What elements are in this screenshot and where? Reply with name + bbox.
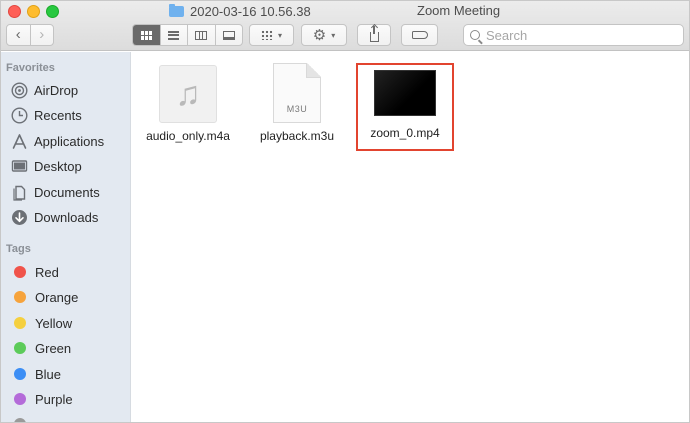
- sidebar-tag-orange[interactable]: Orange: [10, 287, 78, 307]
- sidebar-item-documents[interactable]: Documents: [10, 182, 100, 202]
- share-button[interactable]: [357, 24, 391, 46]
- file-item-playlist[interactable]: M3U playback.m3u: [252, 63, 342, 143]
- sidebar-item-label: AirDrop: [34, 82, 79, 98]
- group-by-button[interactable]: ▾: [249, 24, 294, 46]
- back-button[interactable]: ‹: [7, 25, 30, 45]
- favorites-header: Favorites: [6, 62, 55, 74]
- column-view-button[interactable]: [188, 25, 216, 45]
- file-name: zoom_0.mp4: [370, 126, 440, 140]
- airdrop-icon: [10, 81, 28, 99]
- sidebar-item-applications[interactable]: Applications: [10, 131, 104, 151]
- sidebar-item-label: Red: [35, 264, 59, 280]
- icon-view-button[interactable]: [133, 25, 161, 45]
- orange-tag-dot: [14, 291, 26, 303]
- edit-tags-button[interactable]: [401, 24, 438, 46]
- purple-tag-dot: [14, 393, 26, 405]
- yellow-tag-dot: [14, 317, 26, 329]
- close-window-button[interactable]: [8, 5, 21, 18]
- list-icon: [168, 30, 180, 40]
- sidebar-tag-blue[interactable]: Blue: [10, 364, 61, 384]
- sidebar-item-label: Desktop: [34, 158, 82, 174]
- sidebar-item-label: Documents: [34, 184, 100, 200]
- sidebar-item-label: Yellow: [35, 315, 73, 331]
- chevron-down-icon: ▾: [277, 30, 282, 40]
- red-tag-dot: [14, 266, 26, 278]
- icon-grid-icon: [140, 30, 152, 40]
- sidebar-tag-red[interactable]: Red: [10, 262, 59, 282]
- list-view-button[interactable]: [161, 25, 188, 45]
- sidebar: Favorites AirDrop Recents Applications D…: [1, 52, 131, 422]
- folder-title-text: 2020-03-16 10.56.38: [190, 3, 311, 19]
- sidebar-tag-green[interactable]: Green: [10, 338, 71, 358]
- gallery-icon: [222, 30, 235, 40]
- sidebar-item-label: Applications: [34, 133, 105, 149]
- file-name: playback.m3u: [259, 129, 335, 143]
- document-icon: M3U: [273, 63, 321, 123]
- document-icon: [10, 183, 28, 201]
- view-mode-selector: [132, 24, 243, 46]
- tag-icon: [411, 31, 428, 39]
- clock-icon: [10, 106, 28, 124]
- sidebar-item-label: Downloads: [34, 209, 99, 225]
- minimize-window-button[interactable]: [27, 5, 40, 18]
- folder-icon: [169, 3, 184, 17]
- title-bar: 2020-03-16 10.56.38 Zoom Meeting ‹ › ▾ ⚙…: [1, 1, 689, 51]
- sidebar-item-label: Blue: [35, 366, 62, 382]
- columns-icon: [195, 30, 208, 40]
- file-extension-label: M3U: [286, 104, 308, 114]
- window-title: 2020-03-16 10.56.38: [169, 3, 311, 19]
- desktop-icon: [10, 157, 28, 175]
- download-icon: [10, 208, 28, 226]
- gray-tag-dot: [14, 418, 26, 422]
- finder-window: 2020-03-16 10.56.38 Zoom Meeting ‹ › ▾ ⚙…: [0, 0, 690, 423]
- file-name: audio_only.m4a: [146, 129, 230, 143]
- tags-header: Tags: [6, 243, 31, 255]
- sidebar-item-downloads[interactable]: Downloads: [10, 207, 98, 227]
- search-icon: [470, 30, 480, 40]
- gear-icon: ⚙: [312, 26, 327, 44]
- file-item-audio[interactable]: ♫ audio_only.m4a: [144, 65, 232, 143]
- sidebar-item-label: Green: [35, 340, 72, 356]
- file-browser: ♫ audio_only.m4a M3U playback.m3u zoom_0…: [132, 52, 689, 422]
- sidebar-item-label: Orange: [35, 289, 79, 305]
- blue-tag-dot: [14, 368, 26, 380]
- search-input[interactable]: [486, 27, 666, 43]
- sidebar-item-recents[interactable]: Recents: [10, 105, 82, 125]
- sidebar-item-desktop[interactable]: Desktop: [10, 156, 82, 176]
- file-item-video[interactable]: zoom_0.mp4: [360, 70, 450, 140]
- app-title: Zoom Meeting: [417, 3, 501, 18]
- chevron-down-icon: ▾: [331, 30, 336, 40]
- gallery-view-button[interactable]: [216, 25, 243, 45]
- group-grid-icon: [260, 30, 273, 40]
- green-tag-dot: [14, 342, 26, 354]
- sidebar-item-label: Purple: [35, 391, 73, 407]
- sidebar-item-airdrop[interactable]: AirDrop: [10, 80, 78, 100]
- share-icon: [369, 25, 379, 42]
- applications-icon: [10, 132, 28, 150]
- sidebar-tag-yellow[interactable]: Yellow: [10, 313, 72, 333]
- sidebar-tag-purple[interactable]: Purple: [10, 389, 73, 409]
- forward-button[interactable]: ›: [31, 25, 54, 45]
- music-note-icon: ♫: [159, 65, 217, 123]
- sidebar-item-label: Recents: [34, 107, 82, 123]
- navigation-buttons: ‹ ›: [6, 24, 54, 46]
- action-menu-button[interactable]: ⚙ ▾: [301, 24, 347, 46]
- video-thumbnail: [374, 70, 436, 116]
- search-field[interactable]: [463, 24, 684, 46]
- zoom-window-button[interactable]: [46, 5, 59, 18]
- sidebar-tag-gray[interactable]: [10, 414, 35, 422]
